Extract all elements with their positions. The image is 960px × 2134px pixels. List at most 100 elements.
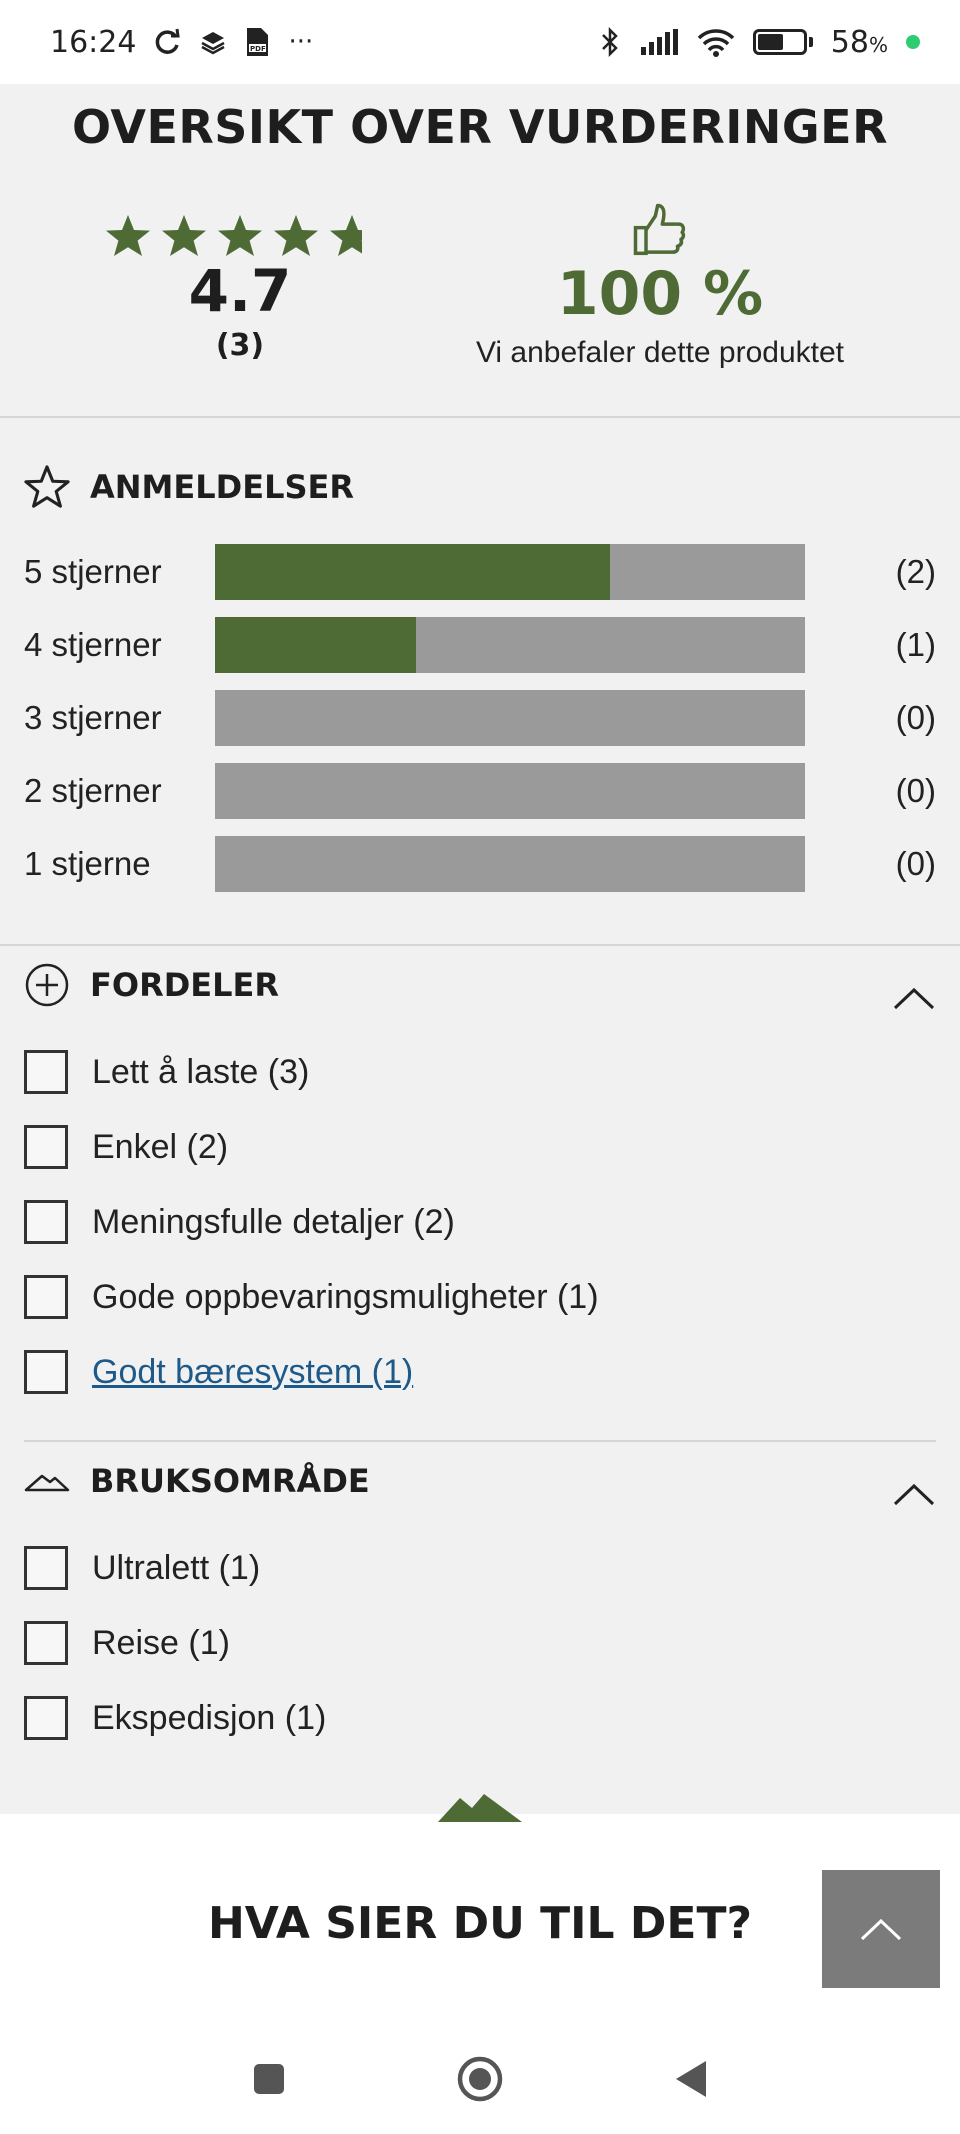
star-icon — [274, 215, 318, 256]
mountain-icon — [24, 1474, 70, 1492]
battery-level: 58% — [830, 24, 888, 60]
rating-row-1[interactable]: 1 stjerne (0) — [24, 836, 936, 892]
recommendation-summary: 100 % Vi anbefaler dette produktet — [450, 202, 870, 370]
status-bar: 16:24 PDF ··· 58% — [0, 0, 960, 84]
pdf-icon: PDF — [244, 27, 270, 57]
star-icon — [106, 215, 150, 256]
checkbox[interactable] — [24, 1621, 68, 1665]
ratings-heading-label: ANMELDELSER — [90, 468, 354, 506]
rating-bar-fill — [215, 544, 611, 600]
recommend-percent: 100 % — [556, 259, 764, 329]
filter-option[interactable]: Enkel (2) — [24, 1125, 228, 1169]
usage-heading[interactable]: BRUKSOMRÅDE — [24, 1458, 370, 1504]
recommend-text: Vi anbefaler dette produktet — [475, 336, 845, 369]
checkbox[interactable] — [24, 1200, 68, 1244]
filter-option-label: Lett å laste (3) — [92, 1052, 310, 1091]
checkbox[interactable] — [24, 1275, 68, 1319]
average-rating-summary: 4.7 (3) — [100, 212, 380, 363]
battery-icon — [752, 29, 813, 55]
star-icon — [162, 215, 206, 256]
filter-option[interactable]: Meningsfulle detaljer (2) — [24, 1200, 455, 1244]
filter-option[interactable]: Reise (1) — [24, 1621, 230, 1665]
divider — [0, 416, 960, 418]
divider — [24, 1440, 936, 1442]
rating-bar — [215, 763, 805, 819]
sync-icon — [154, 28, 182, 56]
filter-option-label: Enkel (2) — [92, 1127, 229, 1166]
thumbs-up-icon — [633, 203, 686, 256]
rating-label: 5 stjerner — [24, 553, 162, 590]
review-count: (3) — [215, 328, 265, 363]
rating-bar — [215, 690, 805, 746]
layers-icon — [200, 29, 226, 55]
clock: 16:24 — [50, 24, 137, 60]
checkbox[interactable] — [24, 1696, 68, 1740]
rating-row-3[interactable]: 3 stjerner (0) — [24, 690, 936, 746]
filter-option-label: Reise (1) — [92, 1623, 230, 1662]
star-rating — [100, 212, 380, 260]
signal-icon — [639, 29, 679, 55]
bluetooth-icon — [599, 26, 621, 58]
chevron-up-icon[interactable] — [892, 984, 936, 1012]
filter-option[interactable]: Ekspedisjon (1) — [24, 1696, 326, 1740]
wifi-icon — [697, 27, 735, 57]
system-navigation-bar — [0, 2024, 960, 2134]
chevron-up-icon[interactable] — [892, 1480, 936, 1508]
privacy-indicator-dot — [906, 35, 920, 49]
partial-star-icon — [330, 215, 362, 256]
filter-option-label: Gode oppbevaringsmuligheter (1) — [92, 1277, 599, 1316]
filter-option-label: Ultralett (1) — [92, 1548, 261, 1587]
filter-option[interactable]: Lett å laste (3) — [24, 1050, 309, 1094]
ratings-heading: ANMELDELSER — [24, 464, 354, 510]
rating-row-4[interactable]: 4 stjerner (1) — [24, 617, 936, 673]
filter-option[interactable]: Gode oppbevaringsmuligheter (1) — [24, 1275, 599, 1319]
rating-bar — [215, 836, 805, 892]
page-title: OVERSIKT OVER VURDERINGER — [71, 100, 889, 154]
rating-count: (2) — [895, 553, 936, 590]
checkbox[interactable] — [24, 1546, 68, 1590]
pros-heading[interactable]: FORDELER — [24, 962, 279, 1008]
filter-option[interactable]: Godt bæresystem (1) — [24, 1350, 413, 1394]
chevron-up-icon — [860, 1918, 902, 1941]
filter-option[interactable]: Ultralett (1) — [24, 1546, 260, 1590]
rating-label: 2 stjerner — [24, 772, 162, 809]
rating-count: (0) — [895, 845, 936, 882]
filter-option-label: Ekspedisjon (1) — [92, 1698, 327, 1737]
checkbox[interactable] — [24, 1050, 68, 1094]
pros-heading-label: FORDELER — [90, 966, 280, 1004]
star-outline-icon — [24, 465, 70, 508]
home-circle-icon — [457, 2056, 503, 2102]
feedback-title: HVA SIER DU TIL DET? — [207, 1898, 752, 1949]
more-icon: ··· — [288, 27, 314, 57]
plus-circle-icon — [25, 963, 69, 1007]
rating-bar — [215, 617, 805, 673]
average-rating: 4.7 — [188, 257, 292, 325]
checkbox[interactable] — [24, 1350, 68, 1394]
back-triangle-icon — [676, 2061, 706, 2097]
filter-option-link[interactable]: Godt bæresystem (1) — [92, 1353, 413, 1392]
scroll-to-top-button[interactable] — [822, 1870, 940, 1988]
square-icon — [254, 2064, 284, 2094]
rating-count: (0) — [895, 699, 936, 736]
rating-label: 4 stjerner — [24, 626, 162, 663]
back-button[interactable] — [674, 2059, 708, 2099]
checkbox[interactable] — [24, 1125, 68, 1169]
rating-row-5[interactable]: 5 stjerner (2) — [24, 544, 936, 600]
star-icon — [218, 215, 262, 256]
home-button[interactable] — [456, 2055, 504, 2103]
rating-count: (0) — [895, 772, 936, 809]
divider — [0, 944, 960, 946]
rating-bar-fill — [215, 617, 416, 673]
rating-count: (1) — [895, 626, 936, 663]
mountain-logo-icon — [438, 1794, 522, 1822]
feedback-section: HVA SIER DU TIL DET? — [0, 1794, 960, 2024]
rating-label: 1 stjerne — [24, 845, 151, 882]
rating-bar — [215, 544, 805, 600]
filter-option-label: Meningsfulle detaljer (2) — [92, 1202, 455, 1241]
usage-heading-label: BRUKSOMRÅDE — [90, 1462, 370, 1500]
rating-label: 3 stjerner — [24, 699, 162, 736]
recents-button[interactable] — [252, 2062, 286, 2096]
rating-row-2[interactable]: 2 stjerner (0) — [24, 763, 936, 819]
reviews-overview-section: OVERSIKT OVER VURDERINGER 4.7 (3) 100 % … — [0, 84, 960, 1814]
svg-text:PDF: PDF — [250, 45, 266, 53]
